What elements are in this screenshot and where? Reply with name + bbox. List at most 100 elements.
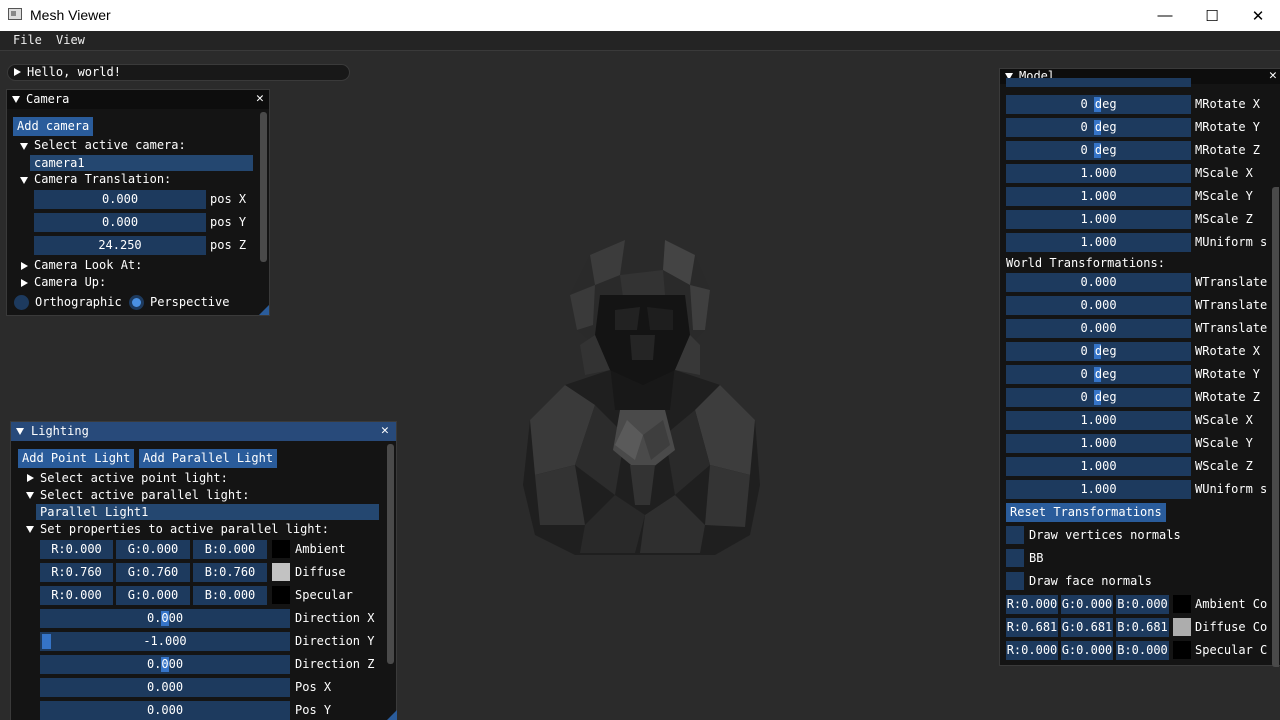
muniform-scale-input[interactable]: 1.000 bbox=[1006, 233, 1191, 252]
bb-checkbox[interactable] bbox=[1006, 549, 1024, 567]
diffuse-r-input[interactable]: R:0.681 bbox=[1006, 618, 1058, 637]
camera-panel-header[interactable]: Camera ✕ bbox=[7, 90, 269, 109]
menu-view[interactable]: View bbox=[56, 33, 85, 47]
wtranslate-y-input[interactable]: 0.000 bbox=[1006, 296, 1191, 315]
select-camera-label[interactable]: Select active camera: bbox=[34, 138, 186, 152]
orthographic-radio[interactable] bbox=[14, 295, 29, 310]
direction-z-slider[interactable]: 0.000 bbox=[40, 655, 290, 674]
scrolled-row-partial[interactable] bbox=[1006, 78, 1191, 87]
direction-y-slider[interactable]: -1.000 bbox=[40, 632, 290, 651]
select-parallel-light-label[interactable]: Select active parallel light: bbox=[40, 488, 250, 502]
tree-open-icon[interactable] bbox=[20, 177, 28, 184]
wtranslate-z-input[interactable]: 0.000 bbox=[1006, 319, 1191, 338]
ambient-g-input[interactable]: G:0.000 bbox=[1061, 595, 1113, 614]
camera-up-label[interactable]: Camera Up: bbox=[34, 275, 106, 289]
resize-grip[interactable] bbox=[259, 305, 269, 315]
mscale-z-input[interactable]: 1.000 bbox=[1006, 210, 1191, 229]
wrotate-x-slider[interactable]: 0 deg bbox=[1006, 342, 1191, 361]
close-icon[interactable]: ✕ bbox=[1269, 68, 1277, 83]
ambient-r-input[interactable]: R:0.000 bbox=[1006, 595, 1058, 614]
specular-color-swatch[interactable] bbox=[272, 586, 290, 604]
mrotate-x-slider[interactable]: 0 deg bbox=[1006, 95, 1191, 114]
perspective-radio[interactable] bbox=[129, 295, 144, 310]
camera-look-at-label[interactable]: Camera Look At: bbox=[34, 258, 142, 272]
wscale-z-input[interactable]: 1.000 bbox=[1006, 457, 1191, 476]
diffuse-g-input[interactable]: G:0.760 bbox=[116, 563, 190, 582]
specular-r-input[interactable]: R:0.000 bbox=[40, 586, 113, 605]
slider-grab[interactable] bbox=[42, 634, 51, 649]
draw-face-normals-checkbox[interactable] bbox=[1006, 572, 1024, 590]
lighting-panel-header[interactable]: Lighting ✕ bbox=[11, 422, 396, 441]
parallel-light-props-label[interactable]: Set properties to active parallel light: bbox=[40, 522, 329, 536]
ambient-r-input[interactable]: R:0.000 bbox=[40, 540, 113, 559]
close-icon[interactable]: ✕ bbox=[256, 91, 264, 106]
orthographic-label[interactable]: Orthographic bbox=[35, 295, 122, 309]
tree-open-icon[interactable] bbox=[26, 492, 34, 499]
model-scrollbar[interactable] bbox=[1272, 187, 1279, 667]
wrotate-y-slider[interactable]: 0 deg bbox=[1006, 365, 1191, 384]
camera-translation-label[interactable]: Camera Translation: bbox=[34, 172, 171, 186]
wscale-x-input[interactable]: 1.000 bbox=[1006, 411, 1191, 430]
tree-closed-icon[interactable] bbox=[21, 262, 28, 270]
ambient-b-input[interactable]: B:0.000 bbox=[193, 540, 267, 559]
pos-z-input[interactable]: 24.250 bbox=[34, 236, 206, 255]
tree-closed-icon[interactable] bbox=[27, 474, 34, 482]
diffuse-g-input[interactable]: G:0.681 bbox=[1061, 618, 1113, 637]
draw-vertex-normals-label[interactable]: Draw vertices normals bbox=[1029, 528, 1181, 542]
perspective-label[interactable]: Perspective bbox=[150, 295, 229, 309]
add-point-light-button[interactable]: Add Point Light bbox=[18, 449, 135, 468]
add-camera-button[interactable]: Add camera bbox=[13, 117, 94, 136]
diffuse-r-input[interactable]: R:0.760 bbox=[40, 563, 113, 582]
expand-arrow-icon[interactable] bbox=[14, 68, 21, 76]
wscale-y-input[interactable]: 1.000 bbox=[1006, 434, 1191, 453]
tree-closed-icon[interactable] bbox=[21, 279, 28, 287]
diffuse-color-swatch[interactable] bbox=[1173, 618, 1191, 636]
diffuse-b-input[interactable]: B:0.760 bbox=[193, 563, 267, 582]
draw-face-normals-label[interactable]: Draw face normals bbox=[1029, 574, 1152, 588]
ambient-color-swatch[interactable] bbox=[272, 540, 290, 558]
pos-y-input[interactable]: 0.000 bbox=[34, 213, 206, 232]
specular-color-swatch[interactable] bbox=[1173, 641, 1191, 659]
wtranslate-x-input[interactable]: 0.000 bbox=[1006, 273, 1191, 292]
specular-r-input[interactable]: R:0.000 bbox=[1006, 641, 1058, 660]
collapse-arrow-icon[interactable] bbox=[16, 428, 24, 435]
collapse-arrow-icon[interactable] bbox=[12, 96, 20, 103]
specular-b-input[interactable]: B:0.000 bbox=[1116, 641, 1169, 660]
lighting-scrollbar[interactable] bbox=[387, 444, 394, 664]
parallel-light-select-item[interactable]: Parallel Light1 bbox=[36, 504, 379, 520]
specular-b-input[interactable]: B:0.000 bbox=[193, 586, 267, 605]
pos-x-input[interactable]: 0.000 bbox=[40, 678, 290, 697]
menu-file[interactable]: File bbox=[13, 33, 42, 47]
draw-vertex-normals-checkbox[interactable] bbox=[1006, 526, 1024, 544]
specular-g-input[interactable]: G:0.000 bbox=[1061, 641, 1113, 660]
bb-label[interactable]: BB bbox=[1029, 551, 1043, 565]
ambient-g-input[interactable]: G:0.000 bbox=[116, 540, 190, 559]
mscale-y-input[interactable]: 1.000 bbox=[1006, 187, 1191, 206]
tree-open-icon[interactable] bbox=[26, 526, 34, 533]
ambient-color-swatch[interactable] bbox=[1173, 595, 1191, 613]
minimize-icon[interactable]: — bbox=[1142, 0, 1188, 31]
close-window-icon[interactable]: ✕ bbox=[1235, 0, 1280, 31]
hello-window-collapsed[interactable]: Hello, world! bbox=[7, 64, 350, 81]
mrotate-y-slider[interactable]: 0 deg bbox=[1006, 118, 1191, 137]
diffuse-b-input[interactable]: B:0.681 bbox=[1116, 618, 1169, 637]
mscale-x-input[interactable]: 1.000 bbox=[1006, 164, 1191, 183]
close-icon[interactable]: ✕ bbox=[381, 423, 389, 438]
specular-g-input[interactable]: G:0.000 bbox=[116, 586, 190, 605]
diffuse-color-swatch[interactable] bbox=[272, 563, 290, 581]
tree-open-icon[interactable] bbox=[20, 143, 28, 150]
wrotate-z-slider[interactable]: 0 deg bbox=[1006, 388, 1191, 407]
ambient-b-input[interactable]: B:0.000 bbox=[1116, 595, 1169, 614]
camera-select-item[interactable]: camera1 bbox=[30, 155, 253, 171]
camera-scrollbar[interactable] bbox=[260, 112, 267, 262]
resize-grip[interactable] bbox=[387, 710, 397, 720]
add-parallel-light-button[interactable]: Add Parallel Light bbox=[139, 449, 278, 468]
select-point-light-label[interactable]: Select active point light: bbox=[40, 471, 228, 485]
wuniform-scale-input[interactable]: 1.000 bbox=[1006, 480, 1191, 499]
direction-x-slider[interactable]: 0.000 bbox=[40, 609, 290, 628]
pos-x-input[interactable]: 0.000 bbox=[34, 190, 206, 209]
mrotate-z-slider[interactable]: 0 deg bbox=[1006, 141, 1191, 160]
pos-y-input[interactable]: 0.000 bbox=[40, 701, 290, 720]
reset-transformations-button[interactable]: Reset Transformations bbox=[1006, 503, 1166, 522]
maximize-icon[interactable]: ☐ bbox=[1189, 0, 1235, 31]
